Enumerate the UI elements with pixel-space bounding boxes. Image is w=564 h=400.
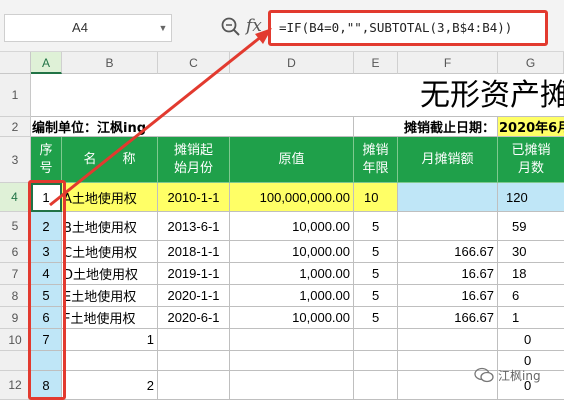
header-name: 名 称 xyxy=(62,137,158,183)
row-header-7[interactable]: 7 xyxy=(0,263,31,285)
years-cell[interactable]: 10 xyxy=(354,183,398,212)
original-cell[interactable]: 10,000.00 xyxy=(230,212,354,241)
name-cell[interactable] xyxy=(62,351,158,371)
name-cell[interactable]: D土地使用权 xyxy=(62,263,158,285)
years-cell[interactable] xyxy=(354,329,398,351)
cutoff-date-value[interactable]: 2020年6月 xyxy=(498,117,564,137)
column-header-g[interactable]: G xyxy=(498,52,564,74)
years-cell[interactable]: 5 xyxy=(354,241,398,263)
row-header-11[interactable] xyxy=(0,351,31,371)
start-cell[interactable]: 2010-1-1 xyxy=(158,183,230,212)
original-cell[interactable]: 10,000.00 xyxy=(230,307,354,329)
original-cell[interactable] xyxy=(230,371,354,400)
start-cell[interactable] xyxy=(158,351,230,371)
monthly-cell[interactable]: 166.67 xyxy=(398,241,498,263)
fx-icon[interactable]: fx xyxy=(246,14,268,38)
column-header-b[interactable]: B xyxy=(62,52,158,74)
name-cell[interactable]: 1 xyxy=(62,329,158,351)
row-header-6[interactable]: 6 xyxy=(0,241,31,263)
name-box-value: A4 xyxy=(72,20,88,35)
sequence-column-highlight xyxy=(28,180,66,400)
cutoff-date-label: 摊销截止日期： xyxy=(354,117,498,137)
months-cell[interactable]: 18 xyxy=(498,263,564,285)
months-cell[interactable]: 1 xyxy=(498,307,564,329)
name-box[interactable]: A4 ▼ xyxy=(4,14,172,42)
row-header-5[interactable]: 5 xyxy=(0,212,31,241)
start-cell[interactable] xyxy=(158,371,230,400)
monthly-cell[interactable] xyxy=(398,329,498,351)
name-cell[interactable]: F土地使用权 xyxy=(62,307,158,329)
months-cell[interactable]: 30 xyxy=(498,241,564,263)
header-years: 摊销 年限 xyxy=(354,137,398,183)
months-cell[interactable]: 120 xyxy=(498,183,564,212)
header-start-month: 摊销起 始月份 xyxy=(158,137,230,183)
column-header-e[interactable]: E xyxy=(354,52,398,74)
sheet-title: 无形资产摊 xyxy=(420,78,564,113)
name-cell[interactable]: B土地使用权 xyxy=(62,212,158,241)
column-header-d[interactable]: D xyxy=(230,52,354,74)
formula-text: =IF(B4=0,"",SUBTOTAL(3,B$4:B4)) xyxy=(279,20,513,35)
name-cell[interactable]: E土地使用权 xyxy=(62,285,158,307)
name-cell[interactable]: C土地使用权 xyxy=(62,241,158,263)
row-header-2[interactable]: 2 xyxy=(0,117,31,137)
start-cell[interactable]: 2020-6-1 xyxy=(158,307,230,329)
original-cell[interactable] xyxy=(230,329,354,351)
years-cell[interactable]: 5 xyxy=(354,307,398,329)
monthly-cell[interactable]: 16.67 xyxy=(398,285,498,307)
formula-input[interactable]: =IF(B4=0,"",SUBTOTAL(3,B$4:B4)) xyxy=(268,10,548,46)
years-cell[interactable]: 5 xyxy=(354,212,398,241)
years-cell[interactable]: 5 xyxy=(354,263,398,285)
monthly-cell[interactable]: 166.67 xyxy=(398,307,498,329)
column-header-a[interactable]: A xyxy=(31,52,62,74)
monthly-cell[interactable] xyxy=(398,212,498,241)
years-cell[interactable] xyxy=(354,351,398,371)
row-header-1[interactable]: 1 xyxy=(0,74,31,117)
start-cell[interactable]: 2013-6-1 xyxy=(158,212,230,241)
unit-label: 编制单位：江枫ing xyxy=(31,117,354,137)
wechat-icon xyxy=(474,367,494,383)
monthly-cell[interactable]: 16.67 xyxy=(398,263,498,285)
row-header-10[interactable]: 10 xyxy=(0,329,31,351)
start-cell[interactable]: 2018-1-1 xyxy=(158,241,230,263)
start-cell[interactable]: 2020-1-1 xyxy=(158,285,230,307)
row-header-8[interactable]: 8 xyxy=(0,285,31,307)
original-cell[interactable] xyxy=(230,351,354,371)
select-all-corner[interactable] xyxy=(0,52,31,74)
row-header-4[interactable]: 4 xyxy=(0,183,31,212)
watermark: 江枫ing xyxy=(474,364,562,386)
months-cell[interactable]: 6 xyxy=(498,285,564,307)
row-header-12[interactable]: 12 xyxy=(0,371,31,400)
row-header-3[interactable]: 3 xyxy=(0,137,31,183)
original-cell[interactable]: 1,000.00 xyxy=(230,263,354,285)
years-cell[interactable] xyxy=(354,371,398,400)
original-cell[interactable]: 10,000.00 xyxy=(230,241,354,263)
name-cell[interactable]: A土地使用权 xyxy=(62,183,158,212)
header-seq: 序 号 xyxy=(31,137,62,183)
start-cell[interactable] xyxy=(158,329,230,351)
column-header-c[interactable]: C xyxy=(158,52,230,74)
monthly-cell[interactable] xyxy=(398,183,498,212)
watermark-text: 江枫ing xyxy=(498,368,541,383)
chevron-down-icon[interactable]: ▼ xyxy=(155,15,171,41)
original-cell[interactable]: 100,000,000.00 xyxy=(230,183,354,212)
months-cell[interactable]: 0 xyxy=(498,329,564,351)
header-original-value: 原值 xyxy=(230,137,354,183)
header-monthly: 月摊销额 xyxy=(398,137,498,183)
zoom-icon[interactable] xyxy=(220,16,242,38)
start-cell[interactable]: 2019-1-1 xyxy=(158,263,230,285)
name-cell[interactable]: 2 xyxy=(62,371,158,400)
years-cell[interactable]: 5 xyxy=(354,285,398,307)
column-header-f[interactable]: F xyxy=(398,52,498,74)
original-cell[interactable]: 1,000.00 xyxy=(230,285,354,307)
row-header-9[interactable]: 9 xyxy=(0,307,31,329)
months-cell[interactable]: 59 xyxy=(498,212,564,241)
header-months-amortized: 已摊销 月数 xyxy=(498,137,564,183)
